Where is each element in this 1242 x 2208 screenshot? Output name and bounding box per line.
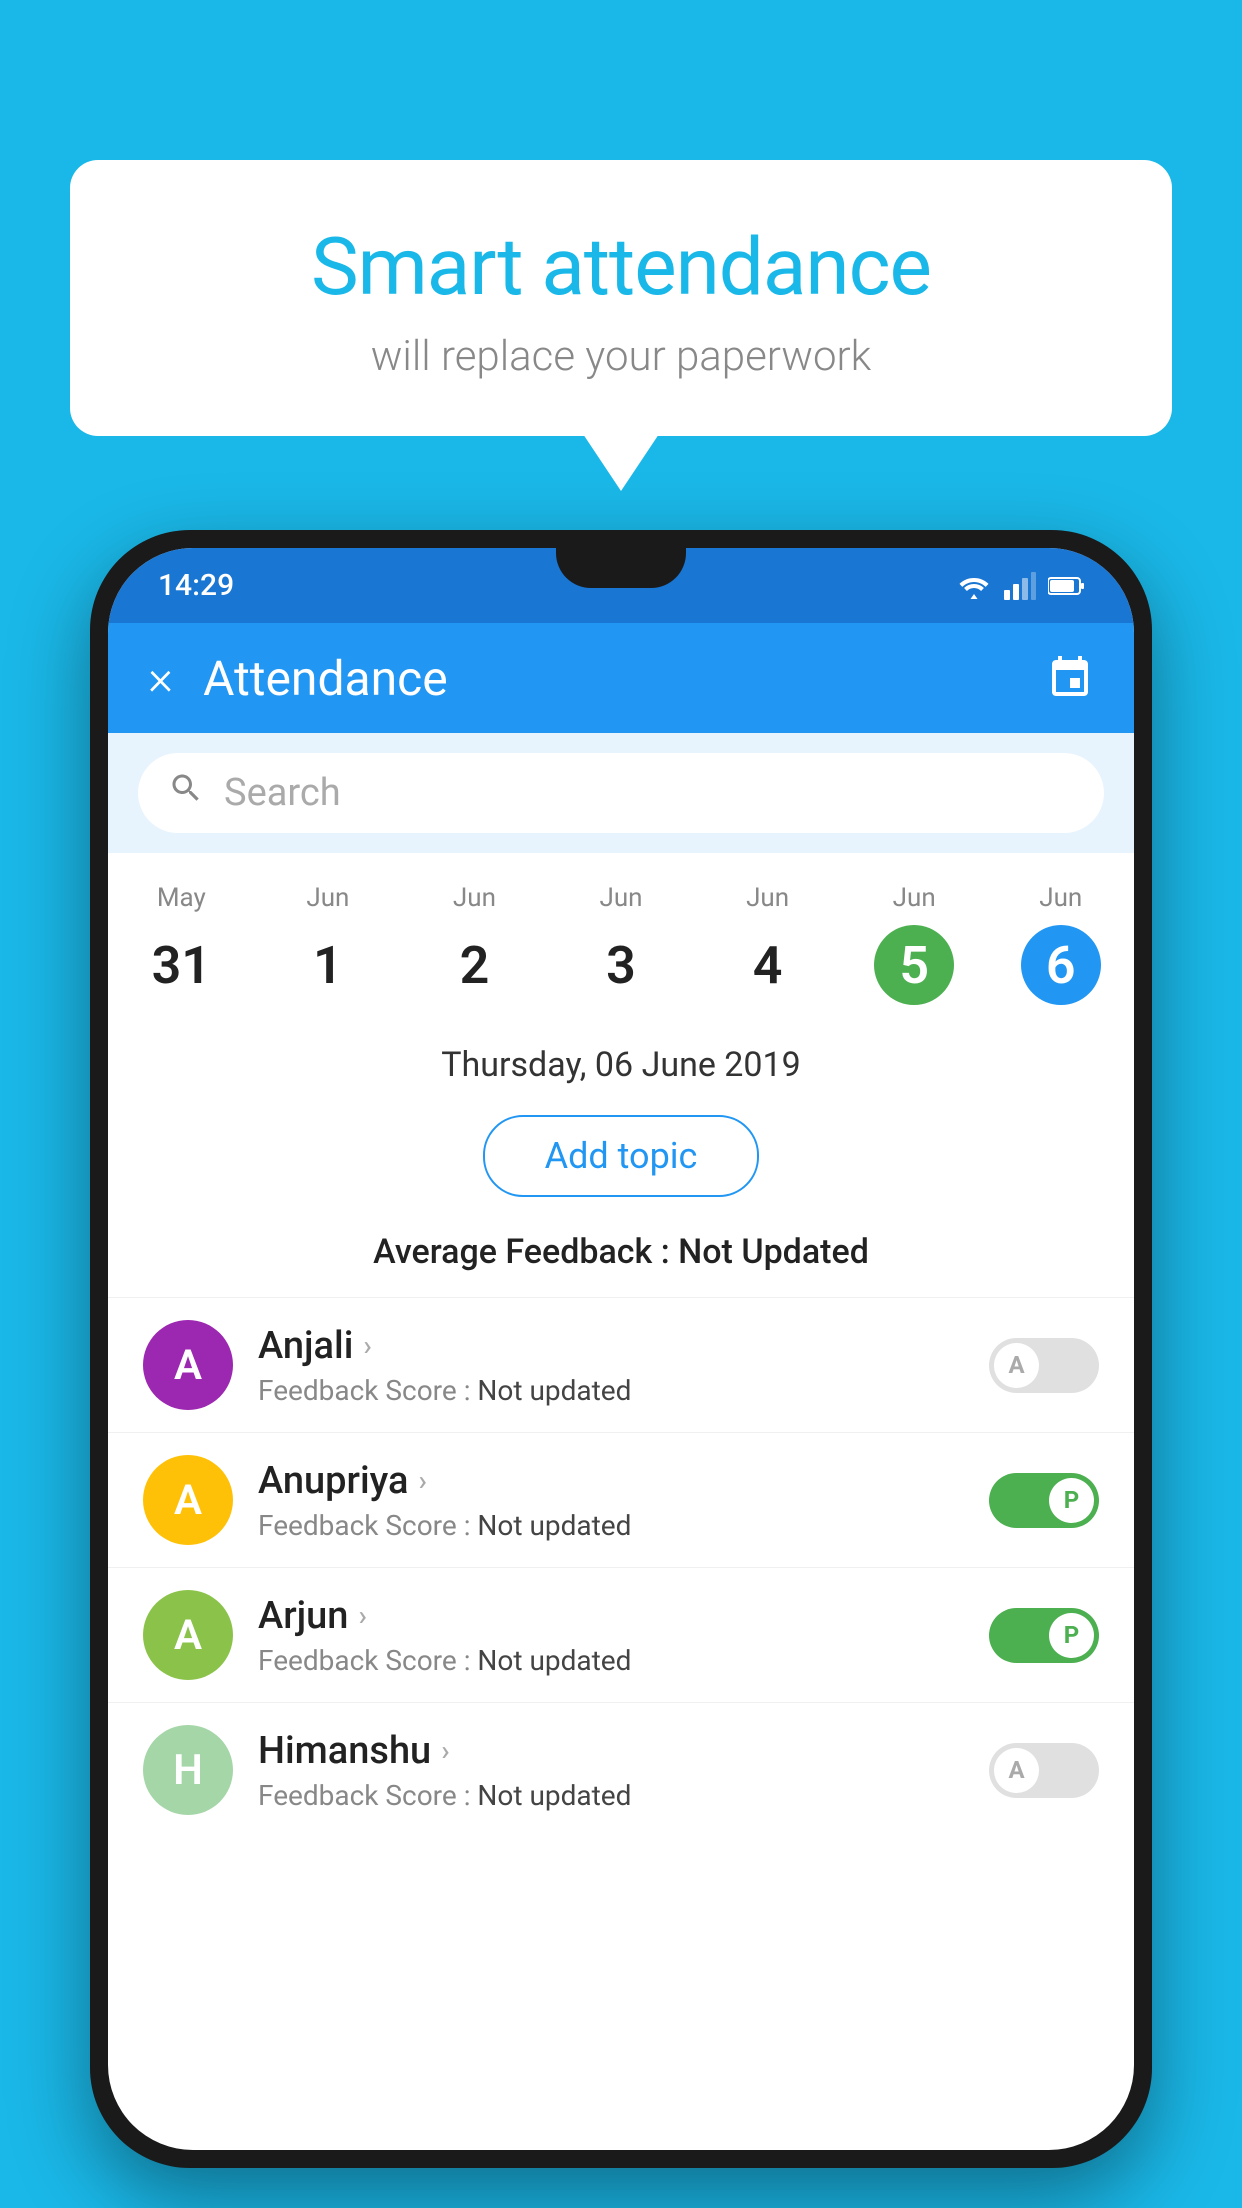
cal-month-label: Jun — [548, 883, 695, 913]
calendar-day[interactable]: Jun 4 — [694, 873, 841, 1015]
student-feedback: Feedback Score : Not updated — [258, 1374, 964, 1407]
phone-inner: 14:29 — [108, 548, 1134, 2150]
cal-date-number: 1 — [288, 925, 368, 1005]
chevron-icon: › — [441, 1734, 449, 1767]
student-feedback: Feedback Score : Not updated — [258, 1779, 964, 1812]
student-info: Arjun › Feedback Score : Not updated — [258, 1594, 964, 1677]
add-topic-button[interactable]: Add topic — [483, 1115, 760, 1197]
cal-month-label: Jun — [694, 883, 841, 913]
search-placeholder: Search — [224, 771, 341, 815]
avatar: A — [143, 1590, 233, 1680]
search-icon — [168, 770, 204, 816]
student-info: Anupriya › Feedback Score : Not updated — [258, 1459, 964, 1542]
cal-month-label: May — [108, 883, 255, 913]
student-item[interactable]: H Himanshu › Feedback Score : Not updated A — [108, 1702, 1134, 1837]
cal-date-number: 6 — [1021, 925, 1101, 1005]
attendance-toggle[interactable]: P — [989, 1608, 1099, 1663]
calendar-icon[interactable] — [1046, 654, 1094, 702]
battery-icon — [1048, 576, 1084, 596]
chevron-icon: › — [363, 1329, 371, 1362]
student-feedback: Feedback Score : Not updated — [258, 1509, 964, 1542]
student-info: Himanshu › Feedback Score : Not updated — [258, 1729, 964, 1812]
toggle-knob: P — [1049, 1613, 1094, 1658]
search-bar[interactable]: Search — [138, 753, 1104, 833]
status-bar: 14:29 — [108, 548, 1134, 623]
cal-date-number: 3 — [581, 925, 661, 1005]
toggle-knob: A — [994, 1748, 1039, 1793]
feedback-value: Not updated — [477, 1779, 631, 1812]
student-name: Anjali › — [258, 1324, 964, 1368]
cal-month-label: Jun — [255, 883, 402, 913]
calendar-day[interactable]: Jun 2 — [401, 873, 548, 1015]
student-name: Arjun › — [258, 1594, 964, 1638]
wifi-icon — [956, 572, 992, 600]
calendar-day[interactable]: Jun 1 — [255, 873, 402, 1015]
calendar-day[interactable]: Jun 6 — [987, 873, 1134, 1015]
close-button[interactable]: × — [148, 654, 173, 702]
toggle-knob: P — [1049, 1478, 1094, 1523]
calendar-day[interactable]: May 31 — [108, 873, 255, 1015]
calendar-day[interactable]: Jun 5 — [841, 873, 988, 1015]
speech-bubble-container: Smart attendance will replace your paper… — [70, 160, 1172, 436]
signal-icon — [1004, 572, 1036, 600]
cal-month-label: Jun — [841, 883, 988, 913]
student-name: Anupriya › — [258, 1459, 964, 1503]
student-item[interactable]: A Arjun › Feedback Score : Not updated P — [108, 1567, 1134, 1702]
app-bar: × Attendance — [108, 623, 1134, 733]
avg-feedback-label: Average Feedback : — [373, 1232, 678, 1272]
avg-feedback-value: Not Updated — [678, 1232, 869, 1272]
average-feedback: Average Feedback : Not Updated — [108, 1217, 1134, 1297]
avatar: A — [143, 1320, 233, 1410]
student-name: Himanshu › — [258, 1729, 964, 1773]
status-icons — [956, 572, 1084, 600]
student-item[interactable]: A Anjali › Feedback Score : Not updated A — [108, 1297, 1134, 1432]
calendar-row: May 31 Jun 1 Jun 2 Jun 3 Jun 4 Jun 5 Jun 6 — [108, 853, 1134, 1015]
student-item[interactable]: A Anupriya › Feedback Score : Not updated P — [108, 1432, 1134, 1567]
feedback-value: Not updated — [477, 1374, 631, 1407]
avatar: H — [143, 1725, 233, 1815]
speech-bubble: Smart attendance will replace your paper… — [70, 160, 1172, 436]
cal-date-number: 2 — [434, 925, 514, 1005]
cal-month-label: Jun — [401, 883, 548, 913]
speech-bubble-subtitle: will replace your paperwork — [130, 332, 1112, 381]
student-feedback: Feedback Score : Not updated — [258, 1644, 964, 1677]
cal-date-number: 4 — [728, 925, 808, 1005]
avatar: A — [143, 1455, 233, 1545]
cal-date-number: 31 — [141, 925, 221, 1005]
chevron-icon: › — [418, 1464, 426, 1497]
feedback-value: Not updated — [477, 1644, 631, 1677]
student-info: Anjali › Feedback Score : Not updated — [258, 1324, 964, 1407]
phone-frame: 14:29 — [90, 530, 1152, 2168]
attendance-toggle[interactable]: P — [989, 1473, 1099, 1528]
calendar-day[interactable]: Jun 3 — [548, 873, 695, 1015]
toggle-knob: A — [994, 1343, 1039, 1388]
cal-month-label: Jun — [987, 883, 1134, 913]
status-time: 14:29 — [158, 568, 234, 603]
student-list: AAnjali ›Feedback Score : Not updatedAAA… — [108, 1297, 1134, 1837]
search-container: Search — [108, 733, 1134, 853]
cal-date-number: 5 — [874, 925, 954, 1005]
attendance-toggle[interactable]: A — [989, 1743, 1099, 1798]
chevron-icon: › — [358, 1599, 366, 1632]
add-topic-container: Add topic — [108, 1105, 1134, 1217]
feedback-value: Not updated — [477, 1509, 631, 1542]
speech-bubble-title: Smart attendance — [130, 220, 1112, 314]
app-bar-title: Attendance — [203, 650, 1046, 707]
attendance-toggle[interactable]: A — [989, 1338, 1099, 1393]
selected-date-label: Thursday, 06 June 2019 — [108, 1015, 1134, 1105]
